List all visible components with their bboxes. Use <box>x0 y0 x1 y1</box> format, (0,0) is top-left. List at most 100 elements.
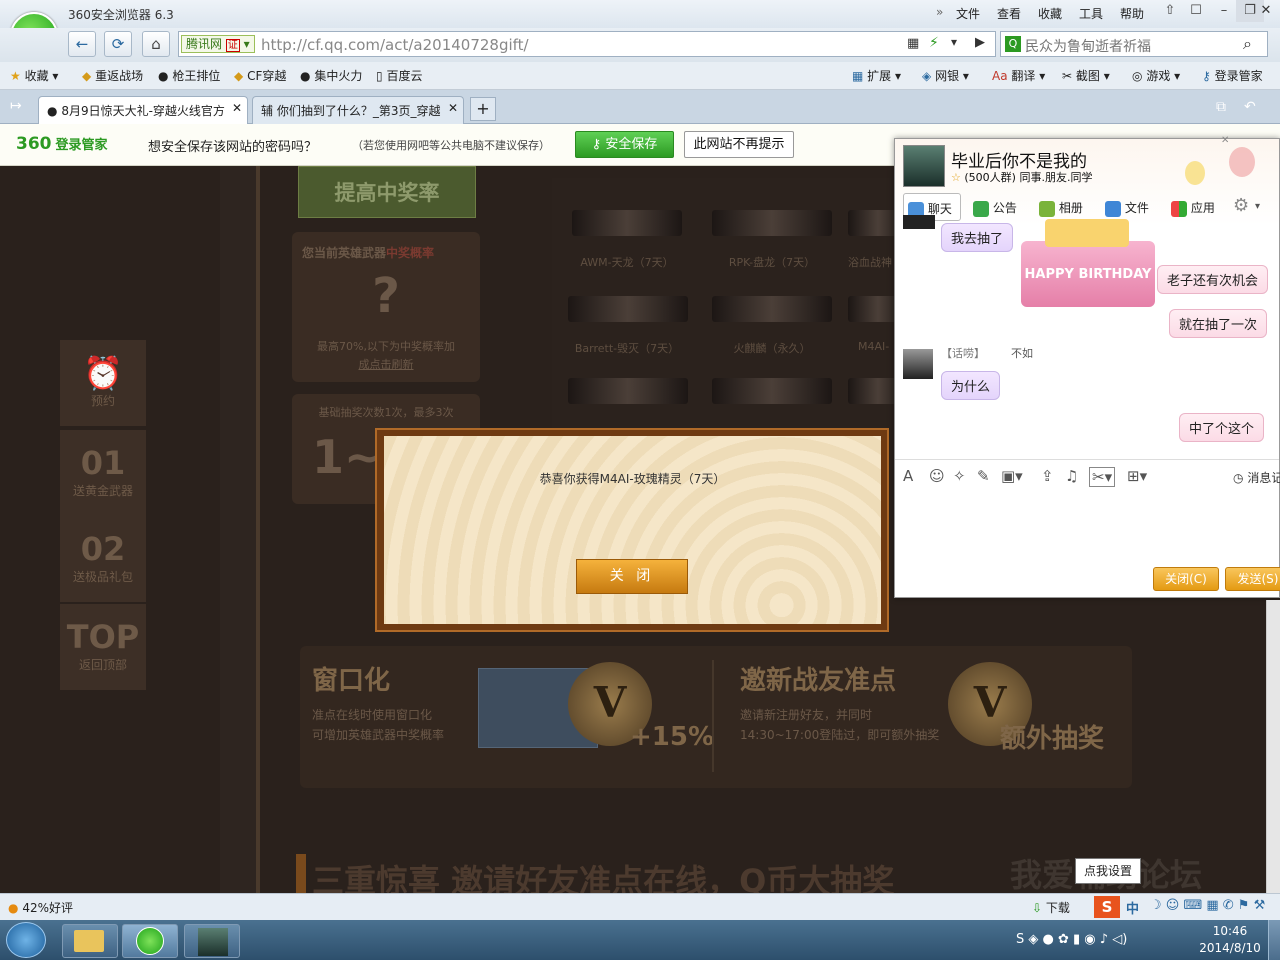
menu-chevron-icon[interactable]: » <box>936 5 943 19</box>
minimize-button[interactable]: – <box>1210 0 1238 22</box>
toolbar-translate[interactable]: Aa 翻译 ▾ <box>992 67 1045 84</box>
key-icon: ⚷ <box>591 137 602 152</box>
weapon-name: M4AI- <box>858 340 890 353</box>
secure-save-button[interactable]: ⚷ 安全保存 <box>575 131 674 158</box>
sidebar-reserve[interactable]: ⏰ 预约 <box>60 340 146 426</box>
dropdown-icon[interactable]: ▾ <box>951 35 957 49</box>
tab-close-icon[interactable]: ✕ <box>232 101 242 115</box>
tab-notice[interactable]: 公告 <box>973 199 1017 217</box>
sidebar-back-top[interactable]: TOP 返回顶部 <box>60 604 146 690</box>
fav-collect[interactable]: ★ 收藏 ▾ <box>10 67 58 84</box>
tab-files[interactable]: 文件 <box>1105 199 1149 217</box>
shake-icon[interactable]: ✧ <box>953 467 966 485</box>
edit-icon[interactable]: ✎ <box>977 467 990 485</box>
qrcode-icon[interactable]: ▦ <box>907 36 919 51</box>
toolbar-screenshot[interactable]: ✂ 截图 ▾ <box>1062 67 1110 84</box>
sidebar-gold-weapon[interactable]: 01 送黄金武器 <box>60 430 146 516</box>
upload-icon[interactable]: ⇪ <box>1041 467 1054 485</box>
tab-second[interactable]: 辅 你们抽到了什么？_第3页_穿越 <box>252 96 464 124</box>
emoji-icon[interactable]: ☺ <box>929 467 945 485</box>
rating-status[interactable]: ● 42%好评 <box>8 899 73 916</box>
toolbar-extensions[interactable]: ▦ 扩展 ▾ <box>852 67 901 84</box>
brand-360: 360 <box>16 134 52 154</box>
group-avatar[interactable] <box>903 145 945 187</box>
weapon-name: Barrett-毁灭（7天） <box>574 342 680 355</box>
menu-file[interactable]: 文件 <box>956 5 980 22</box>
history-button[interactable]: ◷ 消息记录 <box>1233 469 1280 486</box>
member-avatar[interactable] <box>903 349 933 379</box>
tab-favicon-icon: ● <box>47 104 58 118</box>
chat-close-icon[interactable]: ✕ <box>1221 135 1229 146</box>
refresh-button[interactable]: ⟳ <box>104 31 132 57</box>
toolbar-games[interactable]: ◎ 游戏 ▾ <box>1132 67 1180 84</box>
refresh-link[interactable]: 成点击刷新 <box>292 356 480 372</box>
fav-item-1[interactable]: ◆ 重返战场 <box>82 67 143 84</box>
search-text[interactable]: 民众为鲁甸逝者祈福 <box>1025 36 1151 56</box>
settings-gear-icon[interactable]: ⚙ <box>1233 195 1249 216</box>
screenshot-scissors-icon[interactable]: ✂▾ <box>1089 467 1116 487</box>
sidebar-gift-pack[interactable]: 02 送极品礼包 <box>60 516 146 602</box>
sidebar-toggle-icon[interactable]: ↦ <box>10 98 22 114</box>
tab-apps[interactable]: 应用 <box>1171 199 1215 217</box>
group-avatar-icon <box>198 928 228 956</box>
font-icon[interactable]: A <box>903 467 913 485</box>
never-remind-button[interactable]: 此网站不再提示 <box>684 131 794 158</box>
menu-favorites[interactable]: 收藏 <box>1038 5 1062 22</box>
go-icon[interactable]: ▶ <box>975 35 985 50</box>
start-button[interactable] <box>6 922 46 958</box>
apps-icon <box>1171 200 1187 217</box>
fav-item-3[interactable]: ◆ CF穿越 <box>234 67 286 84</box>
image-icon[interactable]: ▣▾ <box>1001 467 1023 485</box>
folder-icon <box>1105 200 1121 217</box>
menu-tools[interactable]: 工具 <box>1079 5 1103 22</box>
speed-mode-icon[interactable]: ⚡ <box>929 35 939 51</box>
site-badge[interactable]: 腾讯网 证 ▾ <box>181 35 255 53</box>
group-chat-window: 毕业后你不是我的 ☆ (500人群) 同事.朋友.同学 ✕ 聊天 公告 相册 文… <box>894 135 1280 598</box>
menu-help[interactable]: 帮助 <box>1120 5 1144 22</box>
undo-close-icon[interactable]: ↶ <box>1244 99 1256 115</box>
chat-send-button[interactable]: 发送(S) <box>1225 567 1280 591</box>
tray-icons[interactable]: S ◈ ● ✿ ▮ ◉ ♪ ◁) <box>1016 932 1127 947</box>
sogou-ime-icon[interactable]: S <box>1094 896 1120 918</box>
close-window-button[interactable]: ✕ <box>1252 0 1280 22</box>
restore-tab-icon[interactable]: ⧉ <box>1216 99 1226 115</box>
tab-close-icon[interactable]: ✕ <box>448 101 458 115</box>
fav-item-2[interactable]: ● 枪王排位 <box>158 67 220 84</box>
sender-name: 不如 <box>1011 347 1033 360</box>
ime-tools-icon[interactable]: ☽ ☺ ⌨ ▦ ✆ ⚑ ⚒ <box>1150 898 1265 913</box>
login-manager-logo: 360 登录管家 <box>16 134 108 154</box>
toolbar-login-manager[interactable]: ⚷ 登录管家 <box>1202 67 1263 84</box>
fav-item-4-label: 集中火力 <box>314 69 363 83</box>
music-icon[interactable]: ♫ <box>1065 467 1078 485</box>
fav-item-5[interactable]: ▯ 百度云 <box>376 67 422 84</box>
menu-view[interactable]: 查看 <box>997 5 1021 22</box>
show-desktop-button[interactable] <box>1268 920 1280 960</box>
home-button[interactable]: ⌂ <box>142 31 170 57</box>
more-tools-icon[interactable]: ⊞▾ <box>1127 467 1147 485</box>
tray-date[interactable]: 2014/8/10 <box>1196 941 1264 955</box>
download-button[interactable]: ⇩ 下载 <box>1032 899 1070 916</box>
tab-active[interactable]: ● 8月9日惊天大礼-穿越火线官方 <box>38 96 248 124</box>
member-avatar[interactable] <box>903 215 935 229</box>
raise-rate-button[interactable]: 提高中奖率 <box>298 166 476 218</box>
ime-mode[interactable]: 中 <box>1126 898 1139 917</box>
cake-text: HAPPY BIRTHDAY <box>1024 267 1152 282</box>
fav-item-4[interactable]: ● 集中火力 <box>300 67 362 84</box>
chat-close-button[interactable]: 关闭(C) <box>1153 567 1219 591</box>
restore-icon[interactable]: ☐ <box>1182 0 1210 22</box>
page-scrollbar[interactable] <box>1266 600 1280 893</box>
address-bar[interactable]: 腾讯网 证 ▾ http://cf.qq.com/act/a20140728gi… <box>178 31 996 57</box>
download-icon: ⇩ <box>1032 901 1043 915</box>
skin-icon[interactable]: ⇧ <box>1156 0 1184 22</box>
search-icon[interactable]: ⌕ <box>1243 34 1252 54</box>
settings-dropdown-icon[interactable]: ▾ <box>1255 201 1260 212</box>
toolbar-bank[interactable]: ◈ 网银 ▾ <box>922 67 969 84</box>
new-tab-button[interactable]: + <box>470 97 496 121</box>
tray-time[interactable]: 10:46 <box>1196 924 1264 938</box>
back-button[interactable]: ← <box>68 31 96 57</box>
tab-album[interactable]: 相册 <box>1039 199 1083 217</box>
dialog-close-button[interactable]: 关 闭 <box>576 559 688 594</box>
search-box[interactable]: Q 民众为鲁甸逝者祈福 ⌕ <box>1000 31 1268 57</box>
url-text[interactable]: http://cf.qq.com/act/a20140728gift/ <box>261 36 529 54</box>
search-engine-icon[interactable]: Q <box>1005 36 1021 52</box>
